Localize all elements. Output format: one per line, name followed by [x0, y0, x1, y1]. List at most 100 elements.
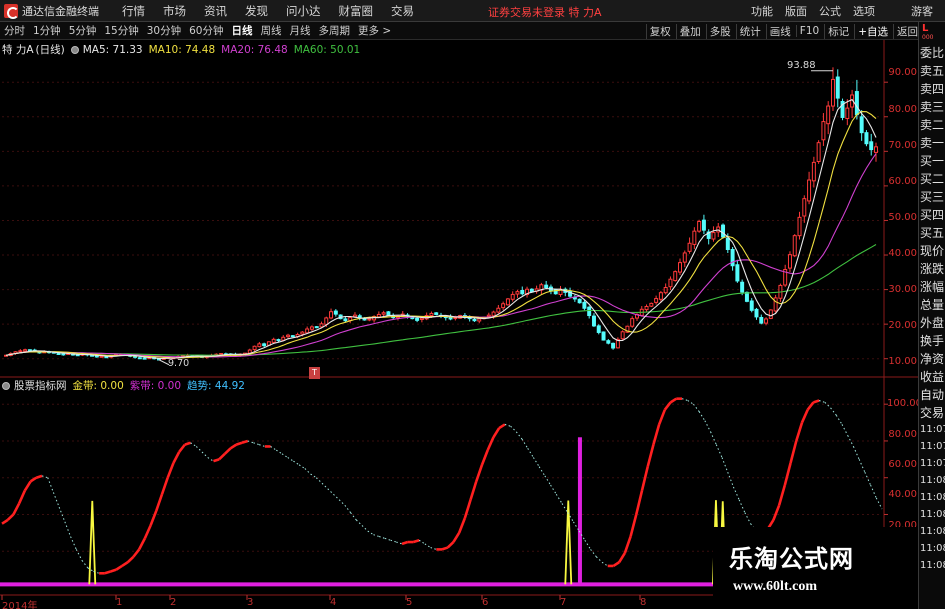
stock-name: 特 力A: [2, 44, 34, 56]
candle-body: [658, 292, 663, 300]
trend-line-rising: [663, 401, 672, 411]
back-button[interactable]: 返回: [893, 23, 921, 39]
event-marker-icon[interactable]: T: [309, 367, 320, 379]
adjust-button[interactable]: 复权: [645, 23, 674, 39]
price-chart[interactable]: [0, 40, 918, 609]
indicator-dot-icon[interactable]: [2, 381, 10, 390]
price-axis-label: 10.00: [888, 356, 917, 367]
candle-body: [329, 311, 334, 319]
trend-line-falling: [590, 549, 597, 558]
auto-trade-label[interactable]: 交易: [920, 404, 944, 422]
candle-body: [472, 318, 477, 322]
menu-item-discover[interactable]: 发现: [236, 3, 277, 19]
menu-item-options[interactable]: 选项: [847, 3, 881, 19]
candle-body: [582, 301, 587, 309]
f10-button[interactable]: F10: [795, 25, 822, 37]
trend-line-rising: [623, 536, 632, 554]
mark-button[interactable]: 标记: [824, 23, 852, 39]
menu-item-function[interactable]: 功能: [745, 3, 779, 19]
gold-band-label: 金带: 0.00: [72, 380, 124, 392]
menu-item-ask[interactable]: 问小达: [277, 3, 330, 19]
period-intraday[interactable]: 分时: [0, 23, 29, 38]
candle-body: [415, 317, 420, 321]
ma20-line: [5, 153, 877, 358]
period-5min[interactable]: 5分钟: [65, 23, 101, 38]
trend-line-falling: [527, 448, 534, 458]
period-1min[interactable]: 1分钟: [29, 23, 65, 38]
period-15min[interactable]: 15分钟: [100, 23, 142, 38]
trend-line-falling: [830, 407, 837, 416]
candle-body: [692, 230, 697, 245]
candle-body: [286, 334, 291, 338]
trend-line-rising: [446, 541, 455, 549]
menu-item-formula[interactable]: 公式: [813, 3, 847, 19]
candle-body: [324, 317, 329, 325]
period-daily[interactable]: 日线: [228, 23, 257, 38]
quote-field-label: 涨跌: [920, 262, 945, 276]
ma5-label: MA5: 71.33: [82, 43, 143, 56]
candle-body: [429, 312, 434, 317]
menu-item-wealth[interactable]: 财富圈: [330, 3, 383, 19]
candle-body: [864, 132, 869, 145]
purple-band-spike: [577, 437, 582, 585]
quote-field-label: 外盘: [920, 316, 945, 330]
tick-time: 11:07: [920, 424, 945, 435]
guest-user[interactable]: 游客: [905, 3, 939, 19]
auto-trade-label[interactable]: 自动: [920, 386, 944, 404]
price-axis-label: 40.00: [888, 248, 917, 259]
draw-button[interactable]: 画线: [765, 23, 794, 39]
candle-body: [654, 298, 659, 303]
period-more[interactable]: 更多 >: [354, 23, 395, 38]
period-weekly[interactable]: 周线: [257, 23, 286, 38]
period-monthly[interactable]: 月线: [286, 23, 315, 38]
watermark-url: www.60lt.com: [733, 579, 817, 594]
candle-body: [381, 312, 386, 315]
trend-line-falling: [601, 561, 608, 567]
trend-line-falling: [693, 403, 700, 412]
candle-body: [99, 355, 104, 358]
menu-item-news[interactable]: 资讯: [195, 3, 236, 19]
trend-line-rising: [789, 440, 798, 464]
right-menu: 功能 版面 公式 选项 游客: [745, 0, 939, 22]
trend-line-rising: [646, 444, 655, 468]
menu-item-trade[interactable]: 交易: [382, 3, 423, 19]
period-multi[interactable]: 多周期: [315, 23, 355, 38]
trend-line-falling: [396, 541, 403, 545]
trend-line-falling: [378, 536, 386, 539]
trend-line-falling: [721, 457, 729, 473]
period-30min[interactable]: 30分钟: [143, 23, 185, 38]
login-alert[interactable]: 证券交易未登录 特 力A: [488, 4, 602, 20]
ma60-label: MA60: 50.01: [293, 43, 361, 56]
time-axis-label: 6: [482, 597, 489, 608]
quote-field-label: 现价: [920, 244, 945, 258]
candle-body: [792, 235, 797, 257]
menu-item-quotes[interactable]: 行情: [113, 3, 154, 19]
candle-body: [142, 357, 147, 360]
trend-line-rising: [137, 537, 147, 550]
candle-body: [319, 323, 324, 328]
candle-body: [257, 343, 262, 348]
trend-line-falling: [852, 446, 860, 460]
period-60min[interactable]: 60分钟: [185, 23, 227, 38]
purple-band-label: 紫带: 0.00: [129, 380, 182, 392]
trend-line-rising: [452, 532, 461, 543]
side-panel: L 000 委比 卖五 卖四 卖三 卖二 卖一 买一 买二 买三 买四 买五 现价 涨跌 涨幅 总量 外盘 换手净…: [918, 22, 945, 609]
multi-stock-button[interactable]: 多股: [705, 23, 734, 39]
trend-line-rising: [800, 409, 809, 424]
candle-body: [376, 313, 381, 318]
stats-button[interactable]: 统计: [735, 23, 764, 39]
trend-line-falling: [190, 442, 197, 447]
app-title: 通达信金融终端: [22, 4, 99, 18]
candle-body: [505, 298, 510, 306]
candle-body: [773, 297, 778, 312]
quote-field-label: 卖四: [920, 82, 945, 96]
add-watchlist-button[interactable]: +自选: [854, 23, 891, 39]
trend-line-falling: [344, 504, 351, 513]
trend-line-rising: [126, 555, 135, 564]
menu-item-layout[interactable]: 版面: [779, 3, 813, 19]
menu-item-market[interactable]: 市场: [154, 3, 195, 19]
trend-line-falling: [47, 477, 54, 493]
candle-body: [305, 328, 310, 334]
overlay-button[interactable]: 叠加: [675, 23, 704, 39]
settings-dot-icon[interactable]: [70, 45, 79, 54]
